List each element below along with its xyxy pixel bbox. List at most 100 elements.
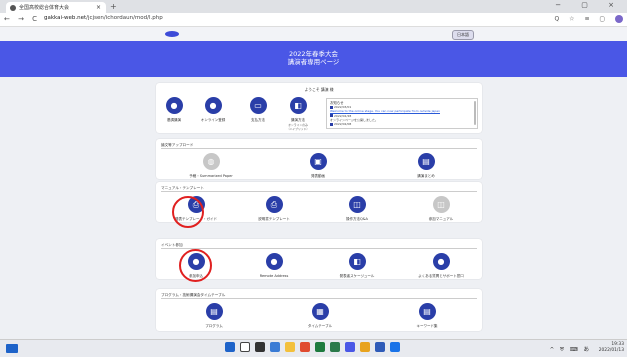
taskbar: ^ ⛨ ⌨ あ 19:33 2022/01/13 <box>0 339 627 357</box>
window-controls[interactable]: − ▢ × <box>555 1 623 9</box>
title-line-1: 2022年春季大会 <box>288 50 339 58</box>
highlight-circle <box>179 249 212 282</box>
url-field[interactable]: gakkai-web.net/jcjsen/ichordaun/mod/l.ph… <box>44 15 163 21</box>
users-icon: ● <box>432 253 450 270</box>
printer-icon: ⎙ <box>265 196 283 213</box>
summary-button[interactable]: ▤ 講演まとめ <box>398 153 454 179</box>
title-line-2: 講演者専用ページ <box>287 58 340 66</box>
folder-icon[interactable] <box>285 342 295 352</box>
address-bar: ← → C gakkai-web.net/jcjsen/ichordaun/mo… <box>0 13 627 27</box>
app-icon[interactable] <box>330 342 340 352</box>
system-tray[interactable]: ^ ⛨ ⌨ あ <box>550 345 591 354</box>
outlook-icon[interactable] <box>390 342 400 352</box>
search-icon[interactable] <box>240 342 250 352</box>
highlight-circle <box>172 196 204 228</box>
chrome-icon[interactable] <box>360 342 370 352</box>
start-icon[interactable] <box>225 342 235 352</box>
app-icon[interactable] <box>300 342 310 352</box>
remote-address-label: Remote Address <box>259 274 289 278</box>
divider <box>161 248 477 249</box>
tab-close-icon[interactable]: × <box>96 4 101 11</box>
timetable-label: タイムテーブル <box>307 324 333 328</box>
divider <box>161 191 477 192</box>
video-button[interactable]: ▣ 発表動画 <box>290 153 346 179</box>
language-button[interactable]: 日本語 <box>452 30 474 40</box>
list-icon: ▤ <box>418 303 436 320</box>
summary-label: 講演まとめ <box>417 174 435 178</box>
nav-buttons[interactable]: ← → C <box>4 15 40 23</box>
divider <box>161 148 477 149</box>
welcome-text: ようこそ 講演 様 <box>304 87 334 92</box>
site-logo-icon[interactable] <box>165 31 179 37</box>
clock[interactable]: 19:33 2022/01/13 <box>599 342 624 354</box>
document-icon: ◍ <box>202 153 220 170</box>
browser-tab-bar: 全国高校総合体育大会 × + − ▢ × <box>0 0 627 13</box>
faq-button[interactable]: ● よくある質問とサポート窓口 <box>413 253 469 279</box>
manual-template-button[interactable]: ⎙ 説明書テンプレート <box>246 196 302 222</box>
user-icon: ● <box>165 97 183 114</box>
book-icon: ◫ <box>348 196 366 213</box>
welcome-card: ようこそ 講演 様 ● 基調講演 ● オンライン登録 ▭ 支払方法 ◧ 講演方法… <box>156 83 482 133</box>
participant-manual-button[interactable]: ◫ 参加マニュアル <box>413 196 469 222</box>
program-button[interactable]: ▤ プログラム <box>186 303 242 329</box>
participant-manual-label: 参加マニュアル <box>428 217 454 221</box>
online-register-label: オンライン登録 <box>200 118 226 122</box>
program-label: プログラム <box>205 324 223 328</box>
remote-address-button[interactable]: ● Remote Address <box>246 253 302 278</box>
schedule-label: 発表者スケージュール <box>339 274 375 278</box>
manual-template-label: 説明書テンプレート <box>258 217 290 221</box>
presentation-icon: ◧ <box>289 97 307 114</box>
qa-label: 操作方法Q&A <box>346 217 368 221</box>
keywords-button[interactable]: ▤ キーワード集 <box>399 303 455 329</box>
page-title: 2022年春季大会 講演者専用ページ <box>0 50 627 66</box>
toolbar-icons[interactable]: Q ☆ ≡ ▢ <box>555 16 610 23</box>
manual-card: マニュアル・テンプレート ⎙ 発表テンプレート・ガイド ⎙ 説明書テンプレート … <box>156 182 482 222</box>
divider <box>161 298 477 299</box>
edge-icon[interactable] <box>270 342 280 352</box>
presentation-sub2: （ハイブリッド） <box>286 127 310 131</box>
new-tab-button[interactable]: + <box>110 2 117 11</box>
keynote-label: 基調講演 <box>167 118 181 122</box>
calendar-icon: ▦ <box>311 303 329 320</box>
news-item: 2022/02/08 <box>330 122 474 126</box>
news-icon <box>330 114 333 118</box>
page-content: 日本語 2022年春季大会 講演者専用ページ ようこそ 講演 様 ● 基調講演 … <box>0 27 627 339</box>
url-domain: gakkai-web.net <box>44 15 87 21</box>
extension-icons[interactable]: Q ☆ ≡ ▢ <box>555 15 623 23</box>
schedule-button[interactable]: ◧ 発表者スケージュール <box>329 253 385 279</box>
book-icon: ◫ <box>432 196 450 213</box>
faq-label: よくある質問とサポート窓口 <box>418 274 464 278</box>
news-panel: お知らせ 2022/03/01 Welcome to the online st… <box>326 98 478 129</box>
presentation-method-button[interactable]: ◧ 講演方法 オンラインのみ （ハイブリッド） <box>270 97 326 131</box>
excel-icon[interactable] <box>315 342 325 352</box>
taskbar-apps <box>225 342 400 352</box>
taskview-icon[interactable] <box>255 342 265 352</box>
summarized-paper-label: 予稿・Summarized Paper <box>189 174 233 178</box>
news-icon <box>330 122 333 126</box>
video-icon: ▣ <box>309 153 327 170</box>
timetable-button[interactable]: ▦ タイムテーブル <box>292 303 348 329</box>
url-path: /jcjsen/ichordaun/mod/l.php <box>86 15 163 21</box>
tab-title: 全国高校総合体育大会 <box>19 5 70 11</box>
video-label: 発表動画 <box>311 174 325 178</box>
teams-icon[interactable] <box>345 342 355 352</box>
list-icon: ▤ <box>205 303 223 320</box>
user-icon: ● <box>265 253 283 270</box>
news-date: 2022/02/08 <box>334 122 352 127</box>
word-icon[interactable] <box>375 342 385 352</box>
slides-icon: ▤ <box>417 153 435 170</box>
news-scrollbar[interactable] <box>474 101 476 125</box>
browser-tab[interactable]: 全国高校総合体育大会 × <box>6 2 106 13</box>
program-card: プログラム・技術講演会タイムテーブル ▤ プログラム ▦ タイムテーブル ▤ キ… <box>156 289 482 331</box>
favicon-icon <box>10 4 16 11</box>
qa-button[interactable]: ◫ 操作方法Q&A <box>329 196 385 222</box>
logo-strip: 日本語 <box>0 27 627 41</box>
upload-card: 論文等アップロード ◍ 予稿・Summarized Paper ▣ 発表動画 ▤… <box>156 139 482 179</box>
presenter-icon: ◧ <box>348 253 366 270</box>
payment-label: 支払方法 <box>251 118 265 122</box>
news-icon <box>330 105 333 109</box>
clock-date: 2022/01/13 <box>598 348 624 353</box>
summarized-paper-button[interactable]: ◍ 予稿・Summarized Paper <box>183 153 239 179</box>
taskbar-app-icon[interactable] <box>6 344 18 353</box>
profile-avatar[interactable] <box>615 15 623 23</box>
